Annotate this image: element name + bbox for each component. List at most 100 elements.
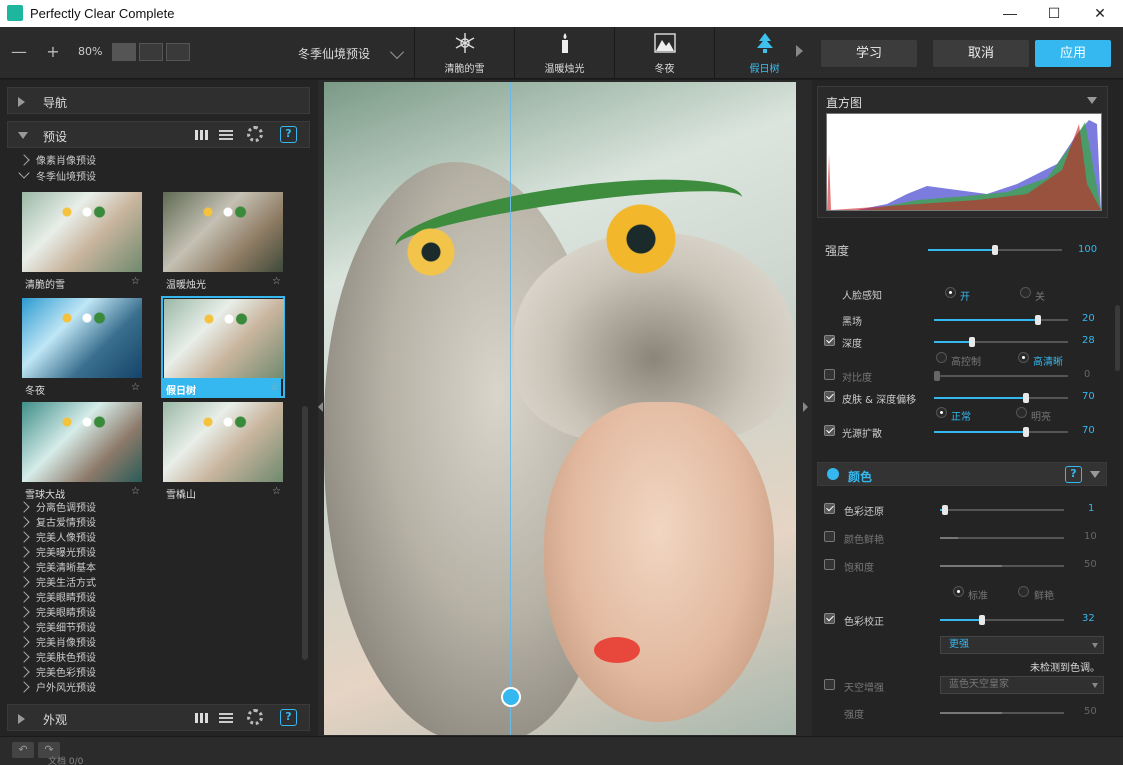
contrast-checkbox[interactable] <box>824 369 835 380</box>
sky-mode-select[interactable]: 蓝色天空皇家 <box>940 676 1104 694</box>
light-diffuse-slider[interactable] <box>934 427 1068 437</box>
light-diffuse-checkbox[interactable] <box>824 425 835 436</box>
undo-button[interactable]: ↶ <box>12 742 34 758</box>
color-section-header[interactable]: 颜色 ? <box>817 462 1107 486</box>
tree-item[interactable]: 完美眼睛预设 <box>18 591 96 606</box>
image-canvas[interactable] <box>318 80 812 736</box>
tree-item[interactable]: 完美曝光预设 <box>18 546 96 561</box>
collapse-left-arrow-icon[interactable] <box>318 402 323 412</box>
tree-item[interactable]: 完美人像预设 <box>18 531 96 546</box>
cancel-button[interactable]: 取消 <box>933 40 1029 67</box>
star-icon[interactable]: ☆ <box>272 486 281 497</box>
help-icon[interactable]: ? <box>1065 466 1082 483</box>
zoom-in-button[interactable]: + <box>42 41 64 63</box>
strip-preset-winter-night[interactable]: 冬夜 <box>614 27 714 79</box>
face-detect-off-radio[interactable] <box>1020 287 1031 298</box>
strip-next-arrow-icon[interactable] <box>796 45 803 57</box>
gear-icon[interactable] <box>247 126 263 142</box>
vibrancy-checkbox[interactable] <box>824 531 835 542</box>
settings-scrollbar[interactable] <box>1115 305 1120 371</box>
strength-slider[interactable] <box>928 245 1062 255</box>
depth-slider[interactable] <box>934 337 1068 347</box>
slider-knob[interactable] <box>1035 315 1041 325</box>
skin-depth-checkbox[interactable] <box>824 391 835 402</box>
preset-thumb[interactable]: 雪球大战 ☆ <box>22 402 144 506</box>
bright-radio[interactable] <box>1016 407 1027 418</box>
star-icon[interactable]: ☆ <box>131 276 140 287</box>
minimize-button[interactable]: — <box>987 0 1033 27</box>
color-restore-checkbox[interactable] <box>824 503 835 514</box>
tree-item[interactable]: 户外风光预设 <box>18 681 96 696</box>
grid-view-icon[interactable] <box>195 713 209 723</box>
saturation-slider[interactable] <box>940 565 1064 567</box>
photo-preview[interactable] <box>324 82 796 735</box>
slider-knob[interactable] <box>979 615 985 625</box>
zoom-out-button[interactable]: — <box>8 41 30 63</box>
tree-item[interactable]: 完美细节预设 <box>18 621 96 636</box>
collapse-right-arrow-icon[interactable] <box>803 402 808 412</box>
tree-item[interactable]: 完美眼睛预设 <box>18 606 96 621</box>
preset-thumb[interactable]: 雪橇山 ☆ <box>163 402 285 506</box>
tree-item[interactable]: 完美色彩预设 <box>18 666 96 681</box>
presets-header[interactable]: 预设 ? <box>7 121 310 148</box>
gear-icon[interactable] <box>247 709 263 725</box>
close-button[interactable]: ✕ <box>1077 0 1123 27</box>
color-correct-checkbox[interactable] <box>824 613 835 624</box>
slider-knob[interactable] <box>1023 393 1029 403</box>
presets-scrollbar[interactable] <box>302 406 308 660</box>
color-restore-slider[interactable] <box>940 505 1064 515</box>
zoom-level[interactable]: 80% <box>78 45 102 58</box>
star-icon[interactable]: ☆ <box>270 382 279 393</box>
learn-button[interactable]: 学习 <box>821 40 917 67</box>
vibrancy-slider[interactable] <box>940 537 1064 539</box>
color-enable-toggle[interactable] <box>827 468 839 480</box>
preset-thumb[interactable]: 温暖烛光 ☆ <box>163 192 285 296</box>
high-control-radio[interactable] <box>936 352 947 363</box>
black-point-slider[interactable] <box>934 315 1068 325</box>
tree-item[interactable]: 完美肤色预设 <box>18 651 96 666</box>
appearance-header[interactable]: 外观 ? <box>7 704 310 731</box>
preset-thumb[interactable]: 冬夜 ☆ <box>22 298 144 402</box>
single-view-button[interactable] <box>112 43 136 61</box>
collapse-arrow-icon[interactable] <box>1090 471 1100 478</box>
help-icon[interactable]: ? <box>280 126 297 143</box>
slider-knob[interactable] <box>1023 427 1029 437</box>
side-by-side-view-button[interactable] <box>139 43 163 61</box>
grid-view-icon[interactable] <box>195 130 209 140</box>
saturation-checkbox[interactable] <box>824 559 835 570</box>
help-icon[interactable]: ? <box>280 709 297 726</box>
high-clarity-radio[interactable] <box>1018 352 1029 363</box>
navigation-header[interactable]: 导航 <box>7 87 310 114</box>
color-correct-slider[interactable] <box>940 615 1064 625</box>
preset-group-select[interactable]: 冬季仙境预设 <box>298 45 370 62</box>
split-view-button[interactable] <box>166 43 190 61</box>
tree-item[interactable]: 完美肖像预设 <box>18 636 96 651</box>
slider-knob[interactable] <box>992 245 998 255</box>
slider-knob[interactable] <box>934 371 940 381</box>
star-icon[interactable]: ☆ <box>272 276 281 287</box>
slider-knob[interactable] <box>969 337 975 347</box>
before-after-divider[interactable] <box>510 82 511 735</box>
slider-knob[interactable] <box>942 505 948 515</box>
sky-strength-slider[interactable] <box>940 712 1064 714</box>
standard-radio[interactable] <box>953 586 964 597</box>
vivid-radio[interactable] <box>1018 586 1029 597</box>
tree-item[interactable]: 完美清晰基本 <box>18 561 96 576</box>
star-icon[interactable]: ☆ <box>131 486 140 497</box>
face-detect-on-radio[interactable] <box>945 287 956 298</box>
preset-thumb-selected[interactable]: 假日树 ☆ <box>161 296 285 398</box>
list-view-icon[interactable] <box>219 130 233 140</box>
star-icon[interactable]: ☆ <box>131 382 140 393</box>
depth-checkbox[interactable] <box>824 335 835 346</box>
tree-item[interactable]: 分离色调预设 <box>18 501 96 516</box>
chevron-down-icon[interactable] <box>389 44 405 60</box>
tree-item[interactable]: 复古爱情预设 <box>18 516 96 531</box>
tree-item-winter-wonderland[interactable]: 冬季仙境预设 <box>18 167 96 184</box>
contrast-slider[interactable] <box>934 371 1068 381</box>
skin-depth-slider[interactable] <box>934 393 1068 403</box>
list-view-icon[interactable] <box>219 713 233 723</box>
dropdown-arrow-icon[interactable] <box>1087 97 1097 104</box>
sky-enhance-checkbox[interactable] <box>824 679 835 690</box>
maximize-button[interactable]: ☐ <box>1031 0 1077 27</box>
divider-handle-icon[interactable] <box>501 687 521 707</box>
